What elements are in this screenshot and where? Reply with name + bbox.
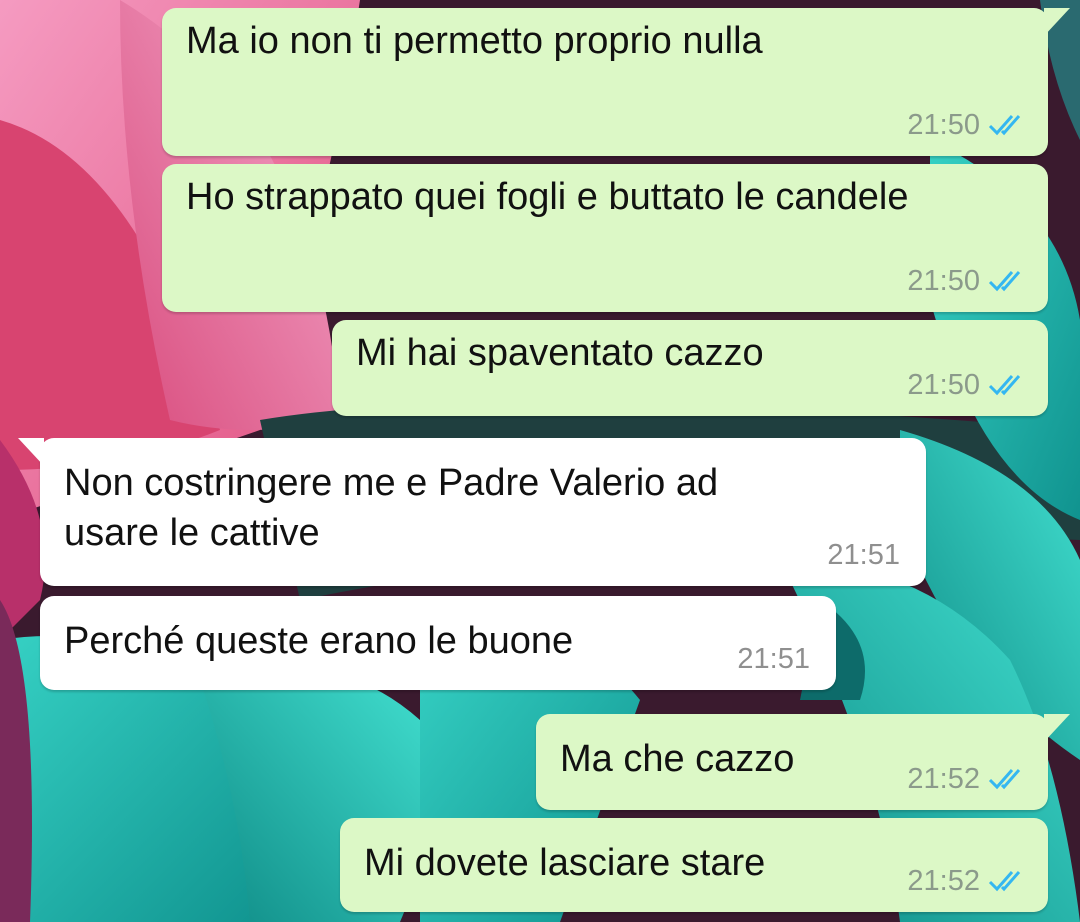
message-bubble-outgoing[interactable]: Mi hai spaventato cazzo 21:50 [332, 320, 1048, 416]
message-meta: 21:52 [907, 762, 1026, 796]
message-bubble-outgoing[interactable]: Ma io non ti permetto proprio nulla 21:5… [162, 8, 1070, 156]
message-time: 21:51 [737, 643, 810, 675]
double-check-icon [988, 271, 1021, 292]
message-meta: 21:50 [907, 368, 1026, 402]
message-time: 21:50 [907, 369, 980, 401]
message-bubble-outgoing[interactable]: Mi dovete lasciare stare 21:52 [340, 818, 1048, 912]
message-bubble-outgoing[interactable]: Ho strappato quei fogli e buttato le can… [162, 164, 1048, 312]
message-meta: 21:51 [827, 538, 900, 572]
message-text: Ma che cazzo [560, 738, 795, 780]
message-text: Non costringere me e Padre Valerio ad us… [64, 462, 719, 554]
message-meta: 21:50 [907, 264, 1026, 298]
message-text: Ma io non ti permetto proprio nulla [186, 20, 763, 62]
bubble-tail [1044, 8, 1070, 36]
message-text: Ho strappato quei fogli e buttato le can… [186, 176, 909, 218]
bubble-tail [18, 438, 44, 466]
message-text: Perché queste erano le buone [64, 620, 574, 662]
message-text: Mi hai spaventato cazzo [356, 332, 764, 374]
message-time: 21:50 [907, 109, 980, 141]
double-check-icon [988, 769, 1021, 790]
message-time: 21:51 [827, 539, 900, 571]
double-check-icon [988, 375, 1021, 396]
message-text: Mi dovete lasciare stare [364, 842, 766, 884]
message-bubble-incoming[interactable]: Non costringere me e Padre Valerio ad us… [18, 438, 926, 586]
message-bubble-outgoing[interactable]: Ma che cazzo 21:52 [536, 714, 1070, 810]
message-meta: 21:50 [907, 108, 1026, 142]
message-time: 21:50 [907, 265, 980, 297]
message-time: 21:52 [907, 865, 980, 897]
message-meta: 21:51 [737, 642, 810, 676]
double-check-icon [988, 871, 1021, 892]
message-time: 21:52 [907, 763, 980, 795]
double-check-icon [988, 115, 1021, 136]
message-bubble-incoming[interactable]: Perché queste erano le buone 21:51 [40, 596, 836, 690]
bubble-tail [1044, 714, 1070, 742]
message-meta: 21:52 [907, 864, 1026, 898]
